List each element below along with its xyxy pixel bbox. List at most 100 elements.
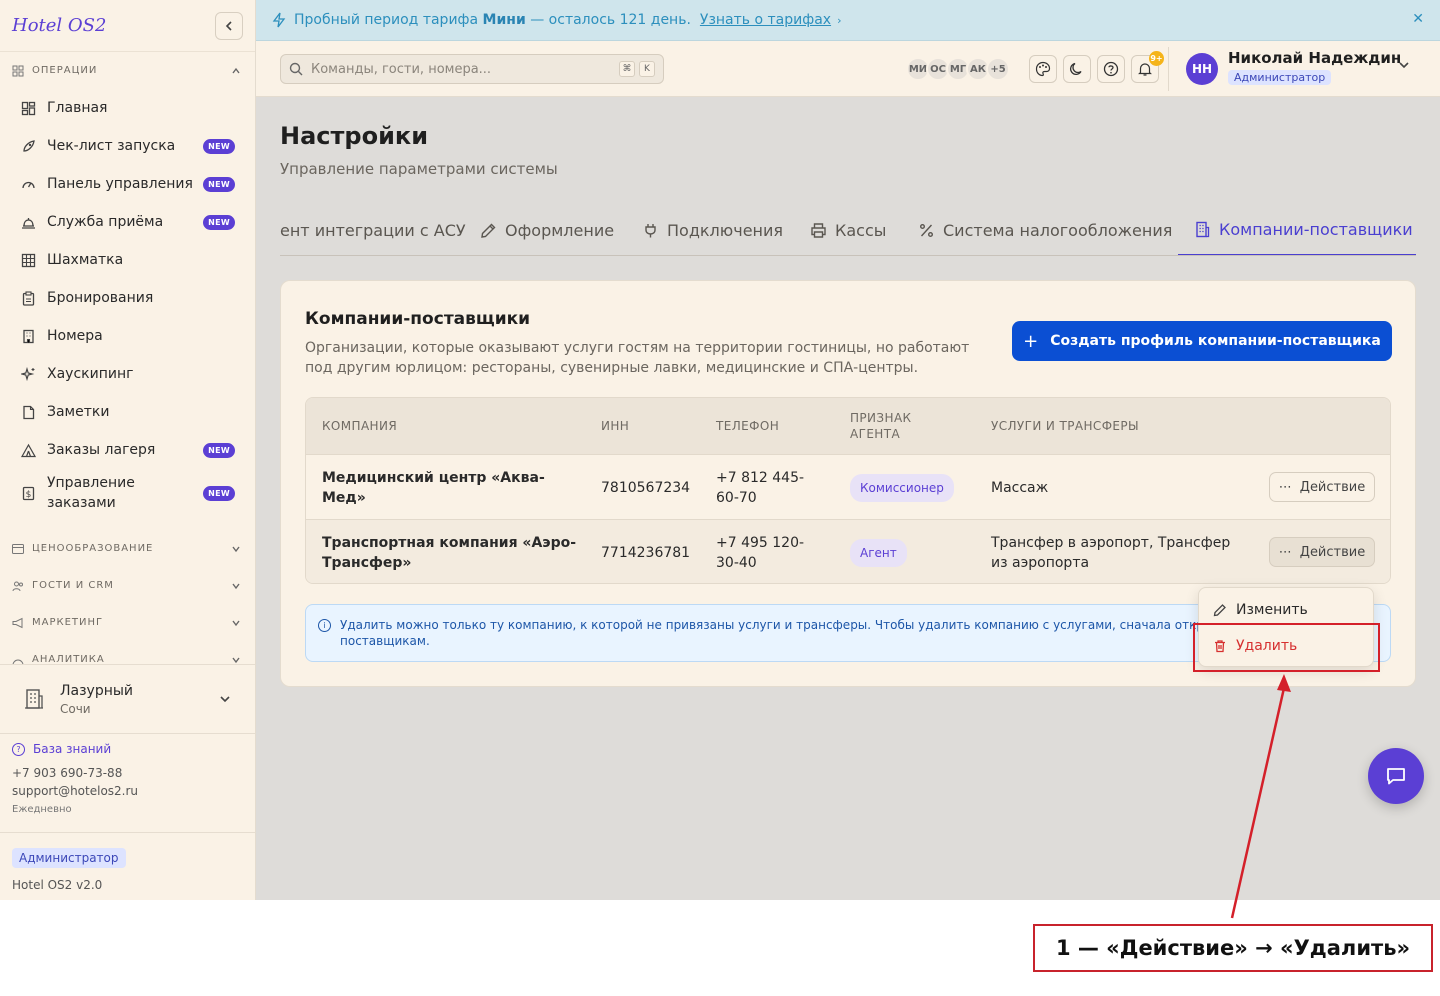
printer-icon — [811, 222, 826, 238]
hotel-name: Лазурный — [60, 682, 134, 699]
support-info: ? База знаний +7 903 690-73-88 support@ho… — [12, 742, 247, 815]
tent-icon — [20, 443, 36, 457]
plug-icon — [645, 223, 656, 237]
sidebar: Hotel OS2 ОПЕРАЦИИ Главная Чек-лист запу… — [0, 0, 256, 900]
chart-icon — [12, 659, 24, 664]
dollar-doc-icon: $ — [22, 486, 34, 500]
sidebar-item-camp-orders[interactable]: Заказы лагеря NEW — [0, 431, 255, 469]
tab-cash-registers[interactable]: Кассы — [810, 204, 886, 255]
search-placeholder: Команды, гости, номера... — [311, 61, 492, 77]
chevron-down-icon[interactable] — [1398, 59, 1410, 71]
top-header: Команды, гости, номера... ⌘ K МИ ОС МГ АК… — [256, 41, 1440, 97]
banner-prefix: Пробный период тарифа — [294, 12, 479, 28]
chevron-down-icon — [232, 546, 240, 552]
collapsed-sections: ЦЕНООБРАЗОВАНИЕ ГОСТИ И CRM МАРКЕТИНГ АН… — [0, 530, 255, 664]
more-users-count: +5 — [986, 57, 1010, 81]
help-icon: ? — [12, 742, 25, 756]
bolt-icon — [272, 12, 286, 28]
info-icon: i — [318, 619, 331, 632]
moon-icon — [1070, 62, 1082, 76]
column-header-services: УСЛУГИ И ТРАНСФЕРЫ — [991, 419, 1140, 433]
tab-label: Система налогообложения — [943, 220, 1173, 240]
tab-label: ент интеграции с АСУ — [280, 220, 466, 240]
tab-asu-integration[interactable]: ент интеграции с АСУ — [280, 204, 466, 255]
dashboard-icon — [12, 65, 24, 76]
sidebar-item-control-panel[interactable]: Панель управления NEW — [0, 165, 255, 203]
collapse-sidebar-button[interactable] — [215, 11, 243, 40]
app-logo: Hotel OS2 — [12, 15, 107, 36]
sidebar-item-home[interactable]: Главная — [0, 89, 255, 127]
sidebar-item-label: Служба приёма — [47, 214, 164, 230]
sidebar-item-label: Бронирования — [47, 290, 154, 306]
sparkles-icon — [20, 366, 34, 381]
knowledge-base-label: База знаний — [33, 742, 112, 756]
sidebar-header: Hotel OS2 — [0, 0, 255, 52]
notification-count: 9+ — [1149, 51, 1164, 66]
search-input[interactable]: Команды, гости, номера... ⌘ K — [280, 54, 664, 84]
settings-tabs: ент интеграции с АСУ Оформление Подключе… — [280, 204, 1416, 256]
sidebar-item-housekeeping[interactable]: Хаускипинг — [0, 355, 255, 393]
sidebar-item-front-desk[interactable]: Служба приёма NEW — [0, 203, 255, 241]
section-label: ГОСТИ И CRM — [32, 580, 114, 591]
chevron-up-icon — [232, 67, 240, 73]
company-phone: +7 812 445-60-70 — [716, 469, 805, 506]
agent-badge: Комиссионер — [850, 473, 954, 502]
sidebar-item-label: Хаускипинг — [47, 366, 134, 382]
sidebar-item-notes[interactable]: Заметки — [0, 393, 255, 431]
pencil-icon — [481, 223, 496, 238]
table-row: Транспортная компания «Аэро-Трансфер» 77… — [306, 519, 1390, 583]
chat-button[interactable] — [1368, 748, 1424, 804]
sidebar-item-bookings[interactable]: Бронирования — [0, 279, 255, 317]
user-name[interactable]: Николай Надеждин — [1228, 49, 1401, 67]
notifications-button[interactable]: 9+ — [1131, 51, 1164, 83]
sidebar-item-label: Шахматка — [47, 252, 124, 268]
trial-banner: Пробный период тарифа Мини — осталось 12… — [256, 0, 1440, 41]
sidebar-item-label: Панель управления — [47, 176, 193, 192]
section-operations[interactable]: ОПЕРАЦИИ — [0, 52, 255, 89]
new-badge: NEW — [203, 442, 235, 458]
banner-plans-link[interactable]: Узнать о тарифах — [700, 12, 831, 28]
banner-suffix: — осталось 121 день. — [530, 12, 691, 28]
tab-appearance[interactable]: Оформление — [480, 204, 614, 255]
knowledge-base-link[interactable]: ? База знаний — [12, 742, 247, 756]
online-users[interactable]: МИ ОС МГ АК +5 — [906, 57, 1010, 81]
table-row: Медицинский центр «Аква-Мед» 7810567234 … — [306, 454, 1390, 519]
tab-connections[interactable]: Подключения — [642, 204, 783, 255]
dark-mode-button[interactable] — [1063, 55, 1091, 83]
theme-palette-button[interactable] — [1029, 55, 1057, 83]
tab-supplier-companies[interactable]: Компании-поставщики — [1178, 204, 1416, 255]
sidebar-item-rooms[interactable]: Номера — [0, 317, 255, 355]
user-avatar[interactable]: НН — [1186, 53, 1218, 85]
tab-label: Компании-поставщики — [1219, 219, 1413, 239]
column-header-company: КОМПАНИЯ — [322, 419, 398, 433]
action-button[interactable]: ⋯ Действие — [1269, 472, 1375, 502]
sidebar-item-order-management[interactable]: $ Управление заказами NEW — [0, 469, 255, 517]
company-name: Транспортная компания «Аэро-Трансфер» — [322, 534, 577, 571]
help-button[interactable] — [1097, 55, 1125, 83]
agent-badge: Агент — [850, 538, 907, 567]
hotel-switcher[interactable]: Лазурный Сочи — [0, 664, 255, 734]
annotation-label: 1 — «Действие» → «Удалить» — [1033, 924, 1433, 972]
create-supplier-profile-button[interactable]: + Создать профиль компании-поставщика — [1012, 321, 1392, 361]
action-button[interactable]: ⋯ Действие — [1269, 537, 1375, 567]
sidebar-item-launch-checklist[interactable]: Чек-лист запуска NEW — [0, 127, 255, 165]
sidebar-footer: Администратор Hotel OS2 v2.0 — [0, 832, 255, 900]
suppliers-table: КОМПАНИЯ ИНН ТЕЛЕФОН ПРИЗНАК АГЕНТА УСЛУ… — [305, 397, 1391, 584]
section-analytics[interactable]: АНАЛИТИКА — [0, 641, 255, 664]
company-phone: +7 495 120-30-40 — [716, 534, 805, 571]
more-icon: ⋯ — [1278, 544, 1292, 560]
tab-taxation[interactable]: Система налогообложения — [918, 204, 1173, 255]
close-banner-button[interactable]: ✕ — [1412, 11, 1424, 27]
note-icon — [22, 405, 34, 419]
sidebar-item-chessboard[interactable]: Шахматка — [0, 241, 255, 279]
percent-icon — [920, 223, 933, 237]
shortcut-key: ⌘ — [619, 61, 635, 77]
new-badge: NEW — [203, 485, 235, 501]
sidebar-item-label: Номера — [47, 328, 103, 344]
section-marketing[interactable]: МАРКЕТИНГ — [0, 604, 255, 641]
new-badge: NEW — [203, 138, 235, 154]
section-guests-crm[interactable]: ГОСТИ И CRM — [0, 567, 255, 604]
new-badge: NEW — [203, 214, 235, 230]
section-pricing[interactable]: ЦЕНООБРАЗОВАНИЕ — [0, 530, 255, 567]
chevron-left-icon — [225, 20, 232, 31]
